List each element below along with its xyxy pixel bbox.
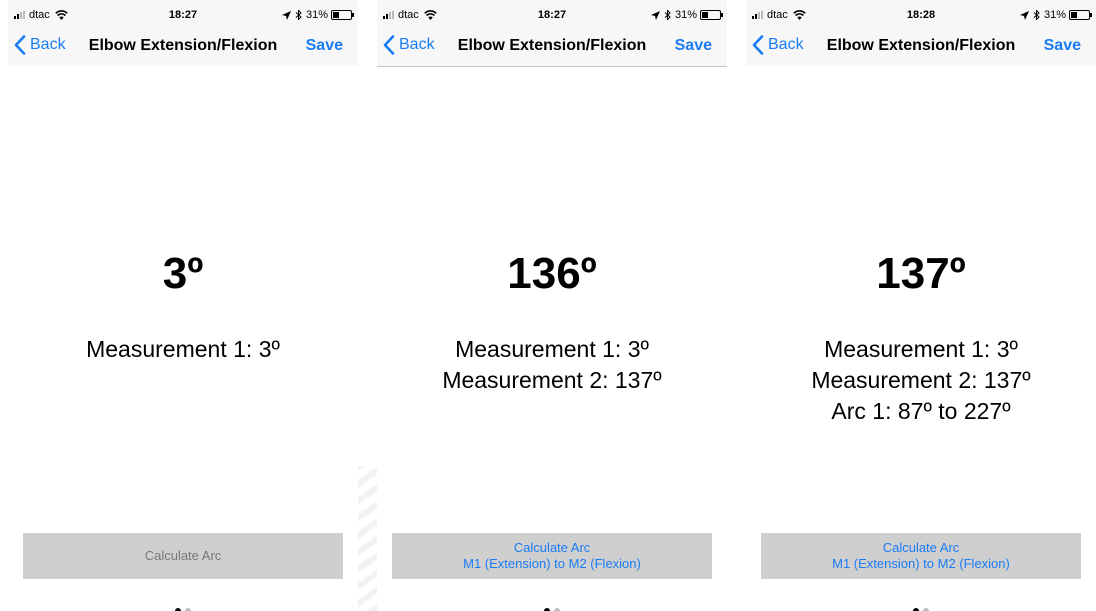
calculate-arc-label: Calculate Arc [144,548,222,563]
measurement-line: Measurement 1: 3º [824,336,1018,362]
phone-screen-3: dtac 18:28 31% Back Elbow Extension/Flex… [746,0,1096,611]
current-angle-readout: 136º [507,249,597,298]
measurements-list: Measurement 1: 3º [8,334,358,365]
bluetooth-icon [1033,10,1040,20]
battery-percent: 31% [674,9,697,21]
page-indicator[interactable] [377,601,727,611]
calculate-arc-sublabel: M1 (Extension) to M2 (Flexion) [463,556,641,571]
battery-percent: 31% [1043,9,1066,21]
calculate-arc-button[interactable]: Calculate Arc M1 (Extension) to M2 (Flex… [392,533,712,579]
location-arrow-icon [281,10,291,20]
current-angle-readout: 137º [876,249,966,298]
phone-screen-1: dtac 18:27 31% Back Elbow Extension/Flex… [8,0,358,611]
battery-icon [700,10,723,20]
calculate-arc-sublabel: M1 (Extension) to M2 (Flexion) [832,556,1010,571]
navigation-bar: Back Elbow Extension/Flexion Save [746,26,1096,66]
current-angle-readout: 3º [162,249,204,298]
navigation-bar: Back Elbow Extension/Flexion Save [377,26,727,67]
status-bar: dtac 18:27 31% [8,0,358,26]
bluetooth-icon [664,10,671,20]
save-button[interactable]: Save [1044,37,1081,55]
save-button[interactable]: Save [306,37,343,55]
page-indicator[interactable] [746,601,1096,611]
status-bar: dtac 18:27 31% [377,0,727,26]
battery-percent: 31% [305,9,328,21]
measurement-line: Measurement 1: 3º [86,336,280,362]
arc-result-line: Arc 1: 87º to 227º [831,398,1011,424]
screenshot-collage: dtac 18:27 31% Back Elbow Extension/Flex… [0,0,1096,611]
battery-icon [1069,10,1092,20]
bluetooth-icon [295,10,302,20]
calculate-arc-label: Calculate Arc [882,540,960,555]
phone-screen-2: dtac 18:27 31% Back Elbow Extension/Flex… [377,0,727,611]
calculate-arc-button[interactable]: Calculate Arc M1 (Extension) to M2 (Flex… [761,533,1081,579]
location-arrow-icon [650,10,660,20]
page-indicator[interactable] [8,601,358,611]
measurement-line: Measurement 2: 137º [811,367,1031,393]
measurement-line: Measurement 1: 3º [455,336,649,362]
calculate-arc-button[interactable]: Calculate Arc [23,533,343,579]
save-button[interactable]: Save [675,37,712,55]
swipe-transition-strip [358,466,377,611]
navigation-bar: Back Elbow Extension/Flexion Save [8,26,358,66]
measurements-list: Measurement 1: 3º Measurement 2: 137º Ar… [746,334,1096,427]
measurements-list: Measurement 1: 3º Measurement 2: 137º [377,334,727,396]
measurement-line: Measurement 2: 137º [442,367,662,393]
calculate-arc-label: Calculate Arc [513,540,591,555]
battery-icon [331,10,354,20]
location-arrow-icon [1019,10,1029,20]
status-bar: dtac 18:28 31% [746,0,1096,26]
